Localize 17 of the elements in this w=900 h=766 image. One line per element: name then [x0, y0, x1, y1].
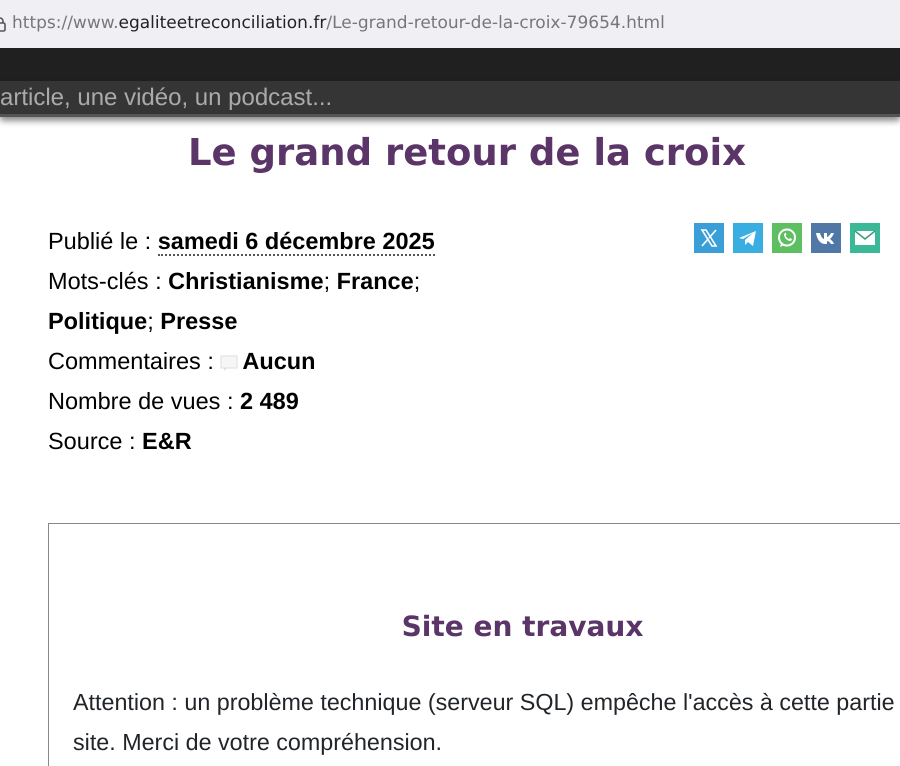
notice-text: Attention : un problème technique (serveur SQL) empêche l'accès à cette partie site. Merci de votre compréhension.: [73, 688, 896, 757]
publish-date: samedi 6 décembre 2025: [158, 228, 435, 256]
envelope-icon[interactable]: [850, 223, 880, 254]
comment-count: Aucun: [242, 348, 316, 374]
meta-label: Commentaires :: [48, 348, 214, 374]
meta-label: Publié le :: [48, 228, 152, 254]
search-field[interactable]: article, une vidéo, un podcast...: [0, 81, 900, 117]
meta-line: Source : E&R: [48, 427, 193, 456]
paper-plane-icon[interactable]: [733, 223, 763, 254]
notice-title: Site en travaux: [400, 610, 644, 644]
comment-icon: [220, 355, 238, 372]
meta-line: Nombre de vues : 2 489: [48, 387, 300, 416]
phone-bubble-icon[interactable]: [772, 223, 802, 254]
x-logo-icon[interactable]: [694, 223, 724, 254]
article-title: Le grand retour de la croix: [186, 131, 748, 176]
meta-line: Mots-clés : Christianisme; France; Politique; Presse: [48, 267, 422, 336]
vk-logo-icon[interactable]: [811, 223, 841, 254]
